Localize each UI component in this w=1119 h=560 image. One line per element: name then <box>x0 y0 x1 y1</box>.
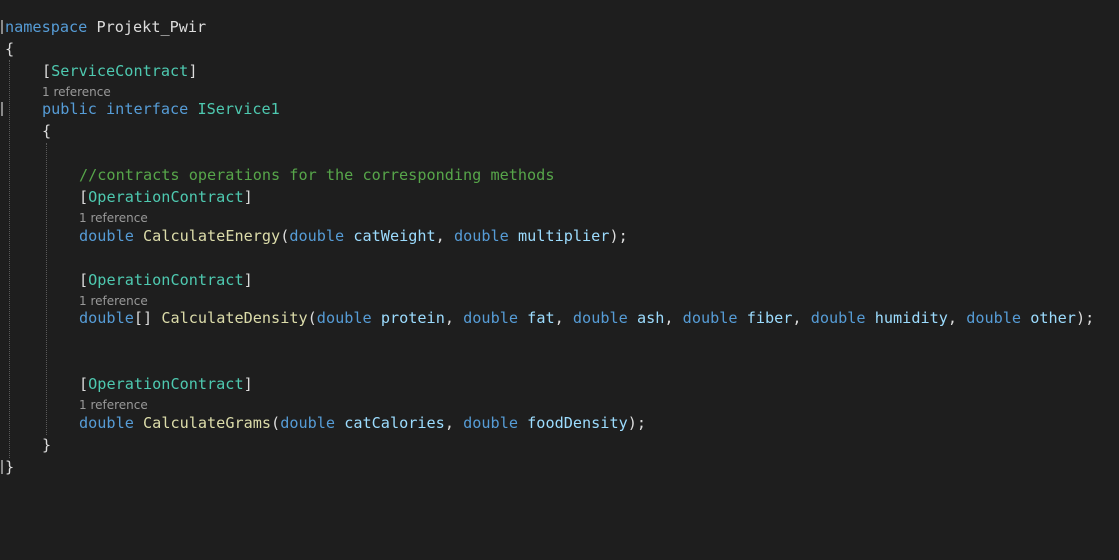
codelens-reference-interface[interactable]: 1 reference <box>42 85 111 99</box>
code-line-op2-signature[interactable]: double[] CalculateDensity(double protein… <box>79 308 1094 328</box>
param-type: double <box>810 309 866 327</box>
return-type: double <box>79 414 134 432</box>
code-line-op1-signature[interactable]: double CalculateEnergy(double catWeight,… <box>79 226 628 246</box>
param-type: double <box>463 309 519 327</box>
operation-contract-attribute: OperationContract <box>88 271 244 289</box>
param-name: catWeight <box>353 227 436 245</box>
param-name: humidity <box>874 309 948 327</box>
param-name: ash <box>636 309 665 327</box>
method-name: CalculateEnergy <box>143 227 281 245</box>
param-type: double <box>966 309 1022 327</box>
indent-guide-namespace <box>9 60 10 458</box>
param-type: double <box>289 227 345 245</box>
param-name: fiber <box>746 309 793 327</box>
param-type: double <box>572 309 628 327</box>
interface-keyword: interface <box>106 100 189 118</box>
code-line-op2-attribute[interactable]: [OperationContract] <box>79 270 253 290</box>
param-name: catCalories <box>344 414 445 432</box>
codelens-reference-op3[interactable]: 1 reference <box>79 398 148 412</box>
code-line-op1-attribute[interactable]: [OperationContract] <box>79 187 253 207</box>
codelens-reference-op2[interactable]: 1 reference <box>79 294 148 308</box>
param-name: foodDensity <box>527 414 628 432</box>
code-line-op3-attribute[interactable]: [OperationContract] <box>79 374 253 394</box>
interface-open-brace: { <box>42 122 52 140</box>
interface-name: IService1 <box>197 100 280 118</box>
code-comment: //contracts operations for the correspon… <box>79 166 555 184</box>
return-type: double <box>79 227 134 245</box>
param-type: double <box>316 309 372 327</box>
param-type: double <box>453 227 509 245</box>
param-type: double <box>682 309 738 327</box>
service-contract-attribute: ServiceContract <box>51 62 189 80</box>
array-brackets: [] <box>133 309 153 327</box>
code-line-ns-close-brace[interactable]: } <box>5 457 14 477</box>
return-type: double <box>79 309 134 327</box>
public-keyword: public <box>42 100 97 118</box>
fold-marker-namespace-end <box>1 460 3 474</box>
namespace-close-brace: } <box>5 458 15 476</box>
param-name: protein <box>380 309 445 327</box>
param-name: multiplier <box>518 227 610 245</box>
code-line-interface-decl[interactable]: public interface IService1 <box>42 99 280 119</box>
method-name: CalculateGrams <box>143 414 272 432</box>
codelens-reference-op1[interactable]: 1 reference <box>79 211 148 225</box>
param-type: double <box>280 414 336 432</box>
indent-guide-interface <box>46 143 47 435</box>
fold-marker-namespace[interactable] <box>1 20 3 34</box>
method-name: CalculateDensity <box>161 309 308 327</box>
code-line-iface-open-brace[interactable]: { <box>42 121 51 141</box>
operation-contract-attribute: OperationContract <box>88 188 244 206</box>
interface-close-brace: } <box>42 436 52 454</box>
param-name: fat <box>527 309 555 327</box>
code-line-comment[interactable]: //contracts operations for the correspon… <box>79 165 554 185</box>
namespace-name: Projekt_Pwir <box>96 18 207 36</box>
param-type: double <box>463 414 518 432</box>
code-line-ns-open-brace[interactable]: { <box>5 39 14 59</box>
code-line-namespace[interactable]: namespace Projekt_Pwir <box>5 17 206 37</box>
namespace-keyword: namespace <box>5 18 88 36</box>
code-editor[interactable]: namespace Projekt_Pwir { [ServiceContrac… <box>0 0 1119 560</box>
code-line-service-attribute[interactable]: [ServiceContract] <box>42 61 197 81</box>
fold-marker-interface[interactable] <box>1 102 3 116</box>
code-line-op3-signature[interactable]: double CalculateGrams(double catCalories… <box>79 413 646 433</box>
operation-contract-attribute: OperationContract <box>88 375 244 393</box>
param-name: other <box>1030 309 1076 327</box>
namespace-open-brace: { <box>5 40 15 58</box>
code-line-iface-close-brace[interactable]: } <box>42 435 51 455</box>
